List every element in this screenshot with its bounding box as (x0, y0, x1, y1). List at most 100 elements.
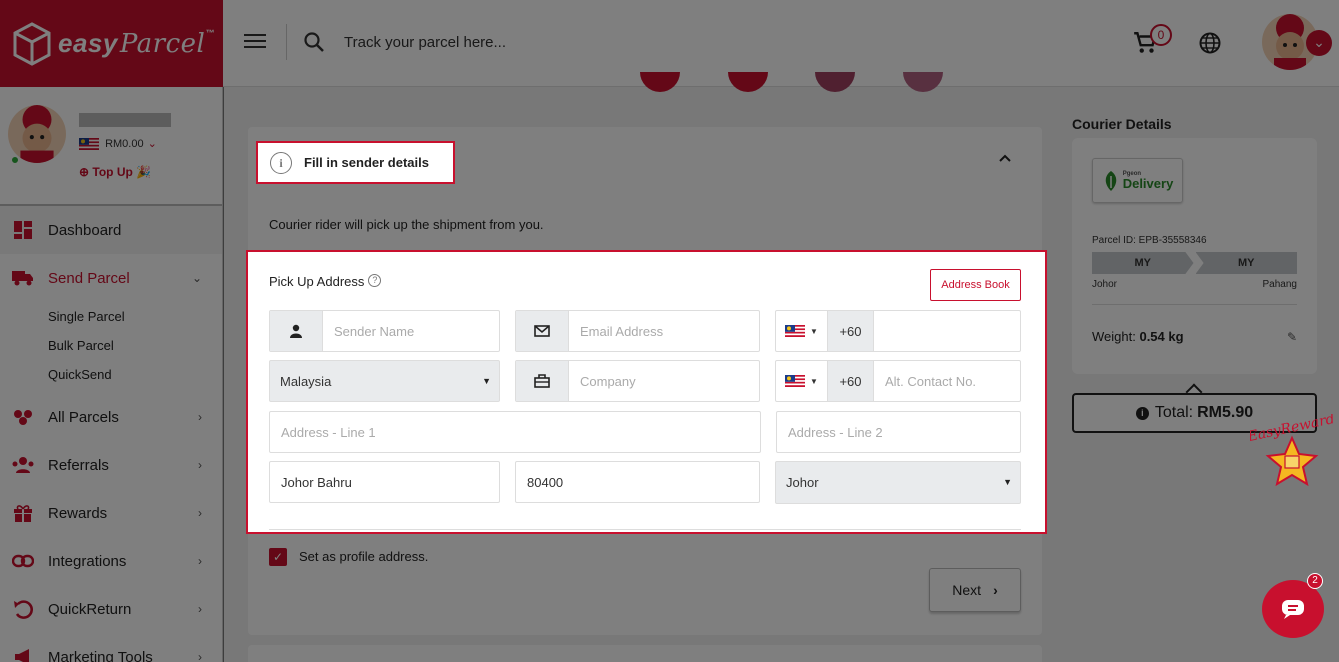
alt-contact-input[interactable] (874, 361, 1020, 401)
party-popper-icon: 🎉 (136, 165, 152, 179)
next-button[interactable]: Next › (929, 568, 1021, 612)
chevron-up-icon[interactable] (998, 152, 1014, 166)
parcel-weight: Weight: 0.54 kg (1092, 329, 1184, 344)
dashboard-icon (12, 219, 34, 241)
caret-down-icon: ▼ (482, 376, 491, 386)
route-to: MY (1195, 252, 1297, 274)
courier-details-card: Pgeon Delivery Parcel ID: EPB-35558346 MY… (1072, 138, 1317, 374)
edit-pencil-icon[interactable]: ✎ (1287, 330, 1297, 344)
link-icon (12, 550, 34, 572)
chevron-right-icon: › (198, 602, 202, 616)
chevron-down-icon: ⌄ (191, 271, 202, 285)
from-state: Johor (1092, 279, 1118, 290)
sender-name-field (269, 310, 500, 352)
leaf-icon (1105, 170, 1116, 191)
sender-name-input[interactable] (323, 311, 499, 351)
step-3-dot (815, 72, 855, 92)
caret-down-icon: ▼ (810, 326, 818, 336)
city-input[interactable] (270, 462, 499, 502)
account-chevron-down-icon[interactable]: ⌄ (1306, 30, 1332, 56)
state-select[interactable]: Johor ▼ (775, 461, 1021, 504)
route-indicator: MY MY (1092, 252, 1297, 274)
profile-address-checkbox[interactable]: ✓ (269, 548, 287, 566)
chevron-right-icon: › (198, 458, 202, 472)
malaysia-flag-icon (785, 375, 806, 387)
header-divider (286, 24, 287, 60)
country-code: +60 (828, 311, 874, 351)
balance-chevron-down-icon: ⌄ (147, 138, 157, 150)
phone-input[interactable] (874, 311, 1020, 351)
sidebar-item-dashboard[interactable]: Dashboard (0, 206, 222, 254)
to-state: Pahang (1262, 279, 1297, 290)
courier-logo: Pgeon Delivery (1092, 158, 1183, 203)
chat-notification-badge: 2 (1307, 573, 1323, 589)
email-field (515, 310, 760, 352)
plus-circle-icon: ⊕ (79, 165, 90, 179)
courier-details-title: Courier Details (1072, 116, 1172, 132)
cube-logo-icon (13, 21, 51, 66)
profile-panel: RM0.00 ⌄ ⊕ Top Up 🎉 (0, 87, 222, 206)
wallet-balance[interactable]: RM0.00 ⌄ (79, 137, 157, 151)
globe-icon[interactable] (1198, 31, 1222, 55)
divider (1092, 304, 1297, 305)
company-input[interactable] (569, 361, 759, 401)
sidebar-subitem-single-parcel[interactable]: Single Parcel (0, 302, 222, 331)
parcels-icon (12, 406, 34, 428)
step-2-dot (728, 72, 768, 92)
online-status-dot (10, 155, 20, 165)
company-field (515, 360, 760, 402)
next-section-card (248, 645, 1042, 662)
route-from: MY (1092, 252, 1194, 274)
track-parcel-input[interactable] (336, 26, 736, 58)
step-4-dot (903, 72, 943, 92)
phone-field: ▼ +60 (775, 310, 1021, 352)
step-1-dot (640, 72, 680, 92)
address-book-button[interactable]: Address Book (930, 269, 1021, 301)
gift-icon (12, 502, 34, 524)
info-icon: i (270, 151, 292, 174)
sidebar-item-marketing-tools[interactable]: Marketing Tools › (0, 633, 222, 662)
brand-logo[interactable]: easyParcel™ (0, 0, 223, 87)
sidebar-item-quickreturn[interactable]: QuickReturn › (0, 585, 222, 633)
chevron-right-icon: › (198, 554, 202, 568)
briefcase-icon (516, 361, 569, 401)
caret-down-icon: ▼ (810, 376, 818, 386)
caret-down-icon: ▼ (1003, 477, 1012, 487)
address-line2-input[interactable] (777, 412, 1020, 452)
sidebar-subitem-bulk-parcel[interactable]: Bulk Parcel (0, 331, 222, 360)
pickup-address-title: Pick Up Address? (269, 274, 382, 289)
alt-phone-field: ▼ +60 (775, 360, 1021, 402)
sidebar-item-rewards[interactable]: Rewards › (0, 489, 222, 537)
sidebar-item-send-parcel[interactable]: Send Parcel ⌄ (0, 254, 222, 302)
hamburger-menu-icon[interactable] (244, 30, 266, 54)
parcel-id: Parcel ID: EPB-35558346 (1092, 235, 1207, 246)
help-question-icon[interactable]: ? (368, 274, 382, 287)
sidebar: RM0.00 ⌄ ⊕ Top Up 🎉 Dashboard Send Parcel… (0, 87, 223, 662)
pickup-address-form: Pick Up Address? Address Book ▼ +60 Mala… (246, 250, 1047, 534)
email-input[interactable] (569, 311, 759, 351)
truck-icon (12, 267, 34, 289)
chat-bubble-icon (1282, 600, 1304, 619)
address-line1-input[interactable] (270, 412, 760, 452)
address-line1-field (269, 411, 761, 453)
profile-name-redacted (79, 113, 171, 127)
topup-button[interactable]: ⊕ Top Up 🎉 (79, 165, 151, 179)
country-flag-dropdown[interactable]: ▼ (776, 311, 828, 351)
search-icon[interactable] (302, 30, 326, 54)
postcode-input[interactable] (516, 462, 759, 502)
country-flag-dropdown[interactable]: ▼ (776, 361, 828, 401)
info-icon: i (1135, 406, 1149, 420)
referrals-icon (12, 454, 34, 476)
megaphone-icon (12, 646, 34, 662)
postcode-field (515, 461, 760, 503)
country-select[interactable]: Malaysia ▼ (269, 360, 500, 402)
chevron-right-icon: › (198, 410, 202, 424)
malaysia-flag-icon (785, 325, 806, 337)
sidebar-item-integrations[interactable]: Integrations › (0, 537, 222, 585)
sidebar-subitem-quicksend[interactable]: QuickSend (0, 360, 222, 389)
easyreward-badge[interactable]: EasyReward (1245, 411, 1336, 494)
address-line2-field (776, 411, 1021, 453)
sidebar-item-all-parcels[interactable]: All Parcels › (0, 393, 222, 441)
progress-steps (640, 72, 943, 92)
sidebar-item-referrals[interactable]: Referrals › (0, 441, 222, 489)
